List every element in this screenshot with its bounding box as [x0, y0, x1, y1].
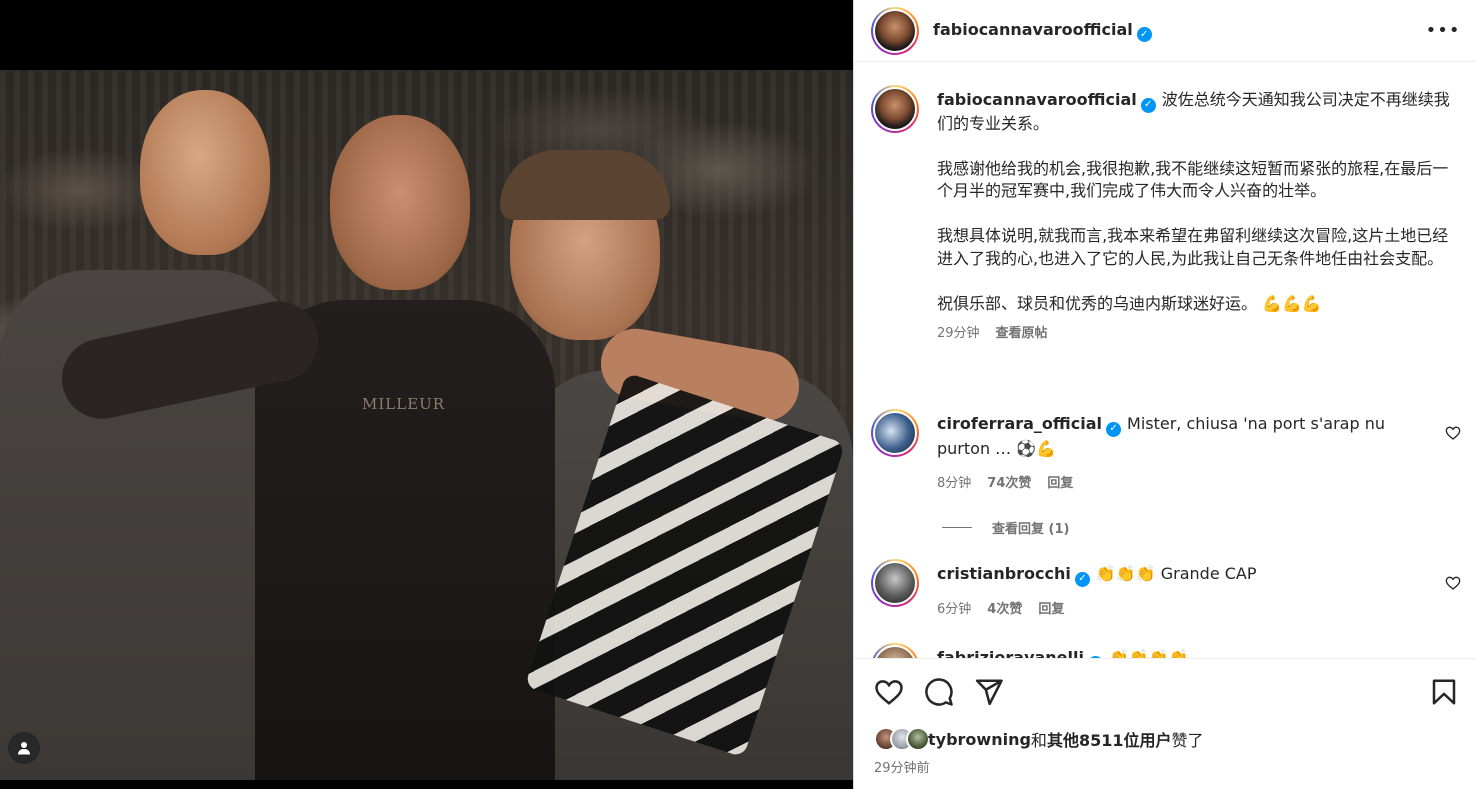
caption-avatar[interactable]: [871, 85, 919, 133]
liked-by: tybrowning 和 其他8511位用户 赞了: [874, 727, 1204, 751]
caption-time[interactable]: 29分钟: [937, 323, 980, 346]
liked-by-others[interactable]: 其他8511位用户: [1047, 727, 1172, 751]
commenter-username[interactable]: fabrizioravanelli: [937, 648, 1084, 658]
shirt-logo: MILLEUR: [362, 395, 446, 413]
replies-divider: [942, 527, 972, 528]
comments-list[interactable]: fabiocannavaroofficial ✓ 波佐总统今天通知我公司决定不再继续…: [854, 63, 1476, 658]
commenter-avatar[interactable]: [871, 559, 919, 607]
author-avatar[interactable]: [871, 6, 919, 55]
commenter-avatar[interactable]: [871, 409, 919, 457]
verified-badge-icon: ✓: [1140, 97, 1156, 113]
verified-badge-icon: ✓: [1136, 26, 1152, 42]
comment-body: 👏👏👏👏: [1108, 648, 1189, 658]
comment-heart-icon[interactable]: [1445, 575, 1461, 591]
author-name-wrap: fabiocannavaroofficial ✓: [933, 20, 1152, 42]
post-side-panel: fabiocannavaroofficial ✓ ••• fabiocannava…: [853, 0, 1476, 789]
author-username[interactable]: fabiocannavaroofficial: [933, 20, 1133, 39]
reply-button[interactable]: 回复: [1047, 472, 1073, 491]
comment-time[interactable]: 6分钟: [937, 598, 971, 617]
post-header: fabiocannavaroofficial ✓ •••: [854, 0, 1476, 62]
post-media[interactable]: MILLEUR: [0, 0, 853, 789]
action-icons: [874, 677, 1004, 707]
share-icon[interactable]: [974, 677, 1004, 707]
reply-button[interactable]: 回复: [1038, 598, 1064, 617]
post-timestamp[interactable]: 29分钟前: [874, 757, 930, 776]
caption-paragraph: 我想具体说明,就我而言,我本来希望在弗留利继续这次冒险,这片土地已经进入了我的心…: [937, 226, 1449, 268]
commenter-username[interactable]: ciroferrara_official: [937, 414, 1102, 433]
comment-text: fabrizioravanelli✓👏👏👏👏: [937, 646, 1427, 658]
commenter-avatar[interactable]: [871, 643, 919, 658]
comment-text: ciroferrara_official ✓ Mister, chiusa 'na …: [937, 412, 1427, 461]
comment-body: 👏👏👏 Grande CAP: [1095, 564, 1257, 583]
user-tag-icon: [18, 742, 30, 755]
liked-by-connector: 和: [1030, 731, 1047, 750]
liked-by-user[interactable]: tybrowning: [928, 730, 1031, 749]
post-photo[interactable]: MILLEUR: [0, 70, 853, 780]
caption-paragraph: 祝俱乐部、球员和优秀的乌迪内斯球迷好运。 💪💪💪: [937, 293, 1322, 313]
comment-icon[interactable]: [924, 677, 954, 707]
caption-meta: 29分钟 查看原帖: [937, 323, 1451, 346]
comment-time[interactable]: 8分钟: [937, 472, 971, 491]
heart-icon[interactable]: [874, 677, 904, 707]
more-options-button[interactable]: •••: [1426, 20, 1460, 41]
comment-meta: 8分钟 74次赞 回复: [937, 472, 1073, 491]
screen-glare: [1220, 722, 1450, 772]
view-replies-label: 查看回复 (1): [992, 522, 1070, 537]
caption-username[interactable]: fabiocannavaroofficial: [937, 90, 1137, 109]
comment-likes[interactable]: 74次赞: [987, 472, 1031, 491]
view-replies-button[interactable]: 查看回复 (1): [942, 518, 1069, 537]
caption-text: fabiocannavaroofficial ✓ 波佐总统今天通知我公司决定不再继续…: [937, 89, 1451, 346]
liker-avatars[interactable]: [874, 727, 930, 751]
comment-likes[interactable]: 4次赞: [987, 598, 1022, 617]
verified-badge-icon: ✓: [1106, 421, 1122, 437]
verified-badge-icon: ✓: [1074, 571, 1090, 587]
more-options-icon: •••: [1425, 19, 1461, 41]
caption-paragraph: 我感谢他给我的机会,我很抱歉,我不能继续这短暂而紧张的旅程,在最后一个月半的冠军…: [937, 158, 1449, 201]
comment-heart-icon[interactable]: [1445, 425, 1461, 441]
see-original-button[interactable]: 查看原帖: [996, 323, 1048, 346]
liked-by-suffix: 赞了: [1171, 731, 1204, 750]
comment-meta: 6分钟 4次赞 回复: [937, 598, 1064, 617]
commenter-username[interactable]: cristianbrocchi: [937, 564, 1071, 583]
comment-text: cristianbrocchi ✓ 👏👏👏 Grande CAP: [937, 562, 1427, 587]
user-tag-button[interactable]: [8, 732, 40, 764]
bookmark-icon[interactable]: [1429, 677, 1459, 707]
instagram-post-viewer: MILLEUR fabiocannavaroofficial ✓ ••• fab…: [0, 0, 1476, 789]
